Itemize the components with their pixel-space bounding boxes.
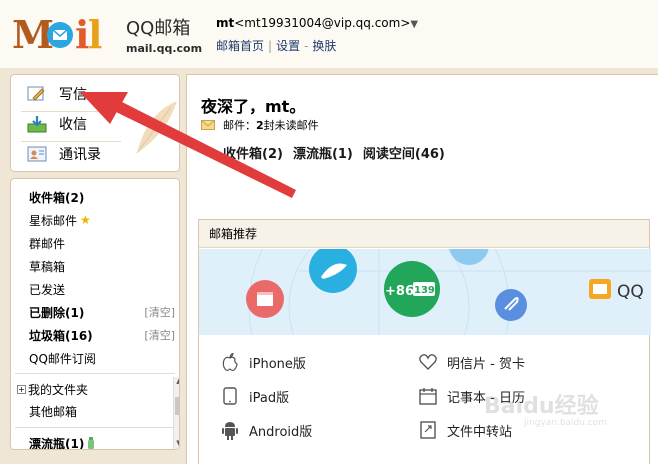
baidu-watermark: Baidu经验 jingyan.baidu.com <box>484 388 652 438</box>
watermark-text: Baidu经验 <box>484 394 599 419</box>
watermark-sub: jingyan.baidu.com <box>524 418 608 428</box>
